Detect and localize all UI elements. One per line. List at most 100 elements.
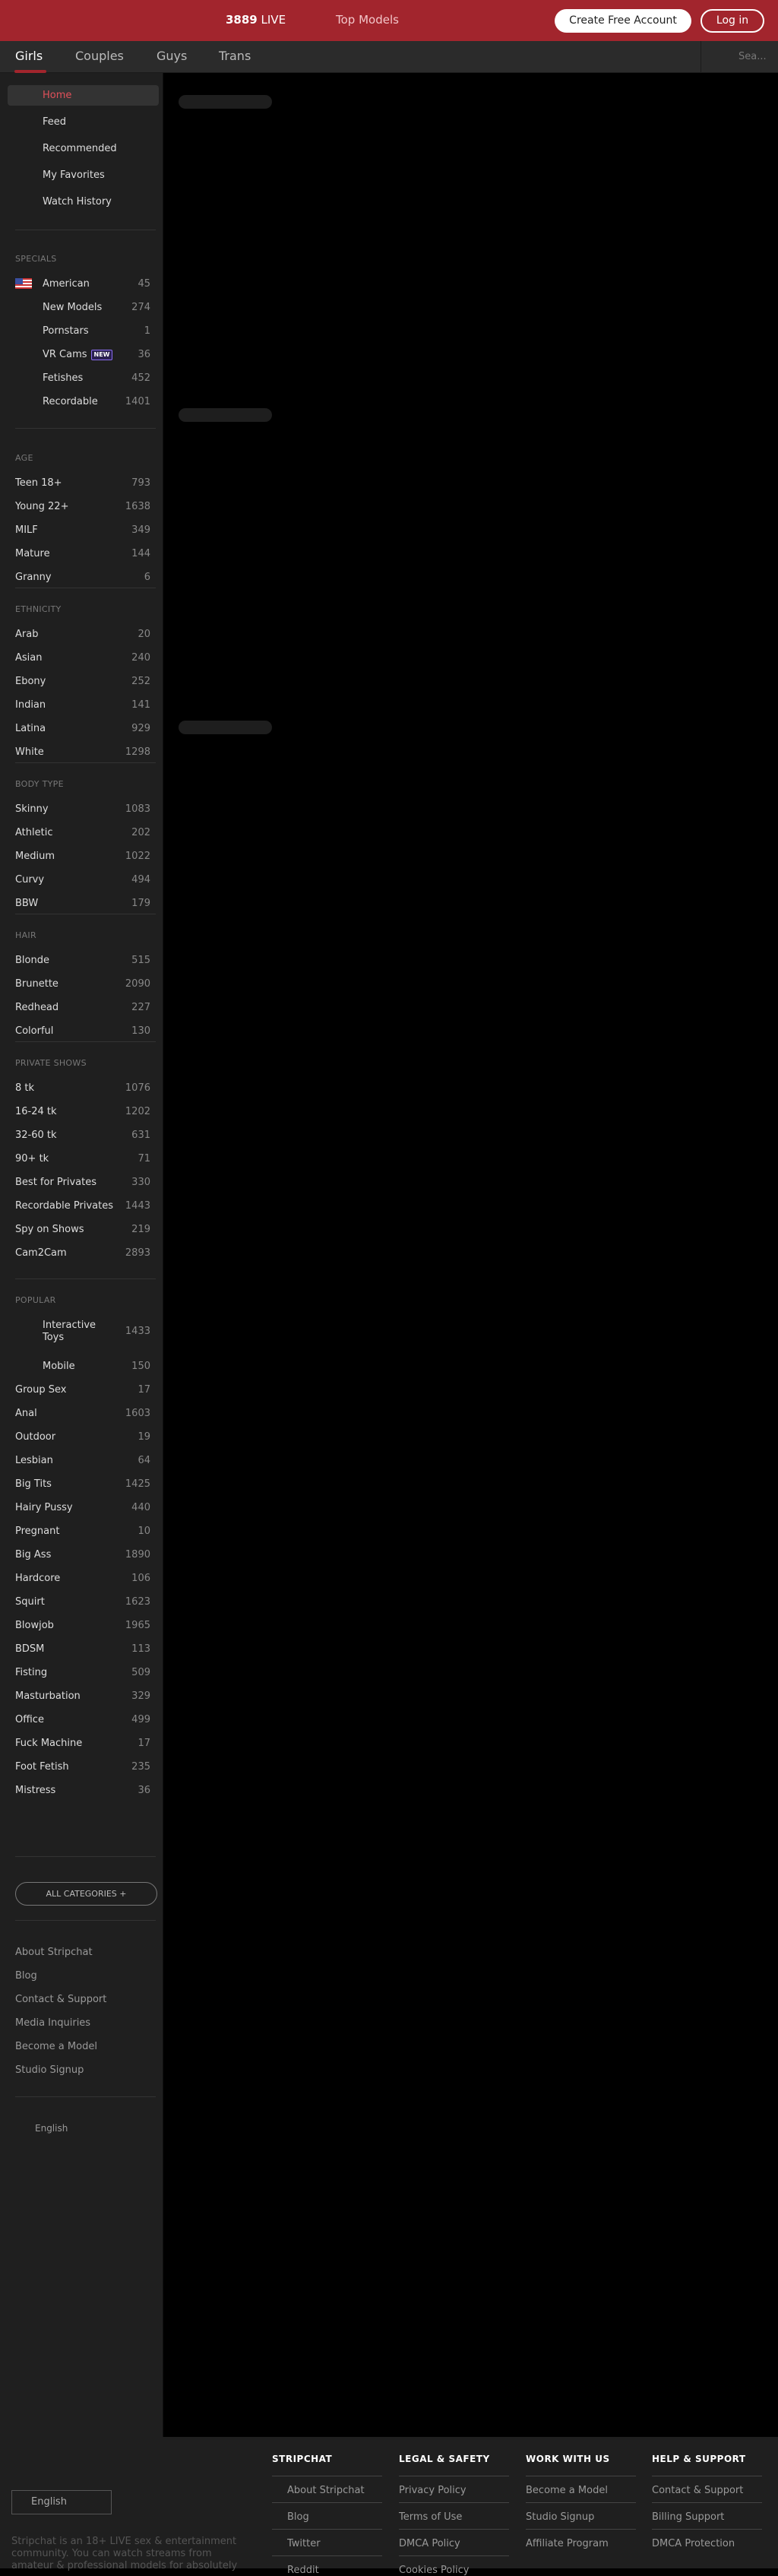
- sidebar-item[interactable]: Curvy: [15, 874, 44, 886]
- sidebar-item[interactable]: 8 tk: [15, 1082, 34, 1094]
- footer-link[interactable]: About Stripchat: [287, 2485, 365, 2496]
- sidebar-item[interactable]: Ebony: [15, 676, 46, 687]
- sidebar-item[interactable]: Anal: [15, 1408, 37, 1419]
- sidebar-item-fetishes[interactable]: Fetishes: [43, 372, 83, 384]
- sidebar-item[interactable]: Cam2Cam: [15, 1247, 67, 1259]
- sidebar-item-favorites[interactable]: My Favorites: [43, 170, 105, 181]
- sidebar-item[interactable]: Blowjob: [15, 1620, 54, 1631]
- divider: [15, 1278, 156, 1279]
- sidebar-item[interactable]: 32-60 tk: [15, 1130, 57, 1141]
- footer-link[interactable]: Privacy Policy: [399, 2485, 466, 2496]
- sidebar-item[interactable]: Mistress: [15, 1785, 55, 1796]
- sidebar-item[interactable]: Mature: [15, 548, 50, 559]
- sidebar-item[interactable]: Foot Fetish: [15, 1761, 69, 1773]
- sidebar-item[interactable]: Latina: [15, 723, 46, 734]
- sidebar-item[interactable]: Big Ass: [15, 1549, 51, 1560]
- footer-link[interactable]: Affiliate Program: [526, 2538, 609, 2549]
- sidebar-item[interactable]: Group Sex: [15, 1384, 66, 1396]
- sidebar-item[interactable]: Indian: [15, 699, 46, 711]
- sidebar-link-studio[interactable]: Studio Signup: [15, 2064, 84, 2076]
- footer-column-heading: WORK WITH US: [526, 2454, 610, 2464]
- sidebar-item[interactable]: Best for Privates: [15, 1177, 96, 1188]
- sidebar-item[interactable]: Pregnant: [15, 1526, 59, 1537]
- sidebar-item[interactable]: Arab: [15, 629, 38, 640]
- sidebar-item[interactable]: BDSM: [15, 1643, 44, 1655]
- sidebar-item[interactable]: Brunette: [15, 978, 59, 990]
- sidebar-item[interactable]: Fuck Machine: [15, 1738, 82, 1749]
- sidebar-item[interactable]: Young 22+: [15, 501, 68, 512]
- live-counter[interactable]: 3889 LIVE: [226, 13, 286, 27]
- footer-link[interactable]: Contact & Support: [652, 2485, 743, 2496]
- top-models-link[interactable]: Top Models: [336, 13, 399, 27]
- sidebar-link-support[interactable]: Contact & Support: [15, 1994, 106, 2005]
- footer-link[interactable]: Studio Signup: [526, 2511, 594, 2523]
- sidebar-item[interactable]: BBW: [15, 898, 38, 909]
- footer-link[interactable]: Blog: [287, 2511, 309, 2523]
- sidebar-item-home[interactable]: Home: [43, 90, 71, 101]
- sidebar-item-interactive-label1[interactable]: Interactive: [43, 1320, 96, 1331]
- sidebar-item[interactable]: Outdoor: [15, 1431, 55, 1443]
- count: 150: [131, 1361, 150, 1372]
- sidebar-item[interactable]: Granny: [15, 572, 52, 583]
- sidebar-item[interactable]: Skinny: [15, 803, 49, 815]
- footer-link[interactable]: DMCA Policy: [399, 2538, 460, 2549]
- sidebar-item[interactable]: Masturbation: [15, 1690, 81, 1702]
- footer-separator: [526, 2502, 636, 2503]
- sidebar-item[interactable]: Athletic: [15, 827, 52, 838]
- tab-girls[interactable]: Girls: [15, 49, 43, 63]
- sidebar-item[interactable]: Big Tits: [15, 1478, 52, 1490]
- sidebar-item[interactable]: Fisting: [15, 1667, 47, 1678]
- footer-link[interactable]: Terms of Use: [399, 2511, 462, 2523]
- sidebar-item[interactable]: White: [15, 746, 44, 758]
- sidebar-language-select[interactable]: English: [35, 2123, 68, 2134]
- login-button[interactable]: Log in: [701, 9, 764, 33]
- search-input[interactable]: Sea...: [738, 51, 767, 62]
- tab-guys[interactable]: Guys: [157, 49, 187, 63]
- sidebar-item[interactable]: Squirt: [15, 1596, 45, 1608]
- sidebar-item[interactable]: Redhead: [15, 1002, 59, 1013]
- sidebar-item[interactable]: Asian: [15, 652, 42, 664]
- footer-link[interactable]: Twitter: [287, 2538, 321, 2549]
- footer-link[interactable]: Cookies Policy: [399, 2565, 469, 2576]
- footer-link[interactable]: Reddit: [287, 2565, 319, 2576]
- tab-couples[interactable]: Couples: [75, 49, 124, 63]
- sidebar-item-vr-cams[interactable]: VR Cams: [43, 349, 87, 360]
- sidebar-link-about[interactable]: About Stripchat: [15, 1947, 93, 1958]
- sidebar-item[interactable]: Recordable Privates: [15, 1200, 113, 1212]
- sidebar-item[interactable]: Blonde: [15, 955, 49, 966]
- sidebar-item[interactable]: Hardcore: [15, 1573, 60, 1584]
- divider: [15, 1041, 156, 1042]
- sidebar-item-new-models[interactable]: New Models: [43, 302, 102, 313]
- sidebar-link-blog[interactable]: Blog: [15, 1970, 37, 1982]
- all-categories-button[interactable]: ALL CATEGORIES +: [15, 1882, 157, 1906]
- sidebar-item[interactable]: Medium: [15, 851, 55, 862]
- sidebar-item-interactive-label2[interactable]: Toys: [43, 1332, 64, 1343]
- sidebar-item[interactable]: Colorful: [15, 1025, 53, 1037]
- sidebar-item[interactable]: Teen 18+: [15, 477, 62, 489]
- sidebar-item-pornstars[interactable]: Pornstars: [43, 325, 89, 337]
- sidebar-item[interactable]: Spy on Shows: [15, 1224, 84, 1235]
- sidebar-item-feed[interactable]: Feed: [43, 116, 66, 128]
- sidebar-item-recommended[interactable]: Recommended: [43, 143, 117, 154]
- sidebar-item[interactable]: Lesbian: [15, 1455, 53, 1466]
- footer-link[interactable]: Become a Model: [526, 2485, 608, 2496]
- sidebar-item-american[interactable]: American: [43, 278, 90, 290]
- sidebar-item[interactable]: Hairy Pussy: [15, 1502, 73, 1513]
- hair-heading: HAIR: [15, 930, 36, 940]
- footer-link[interactable]: Billing Support: [652, 2511, 724, 2523]
- sidebar-item-watch-history[interactable]: Watch History: [43, 196, 112, 208]
- sidebar-link-become-model[interactable]: Become a Model: [15, 2041, 97, 2052]
- live-label: LIVE: [261, 13, 286, 27]
- sidebar-item[interactable]: Office: [15, 1714, 44, 1725]
- tab-trans[interactable]: Trans: [219, 49, 251, 63]
- footer-link[interactable]: DMCA Protection: [652, 2538, 735, 2549]
- sidebar-link-media[interactable]: Media Inquiries: [15, 2017, 90, 2029]
- sidebar-item[interactable]: Mobile: [43, 1361, 75, 1372]
- sidebar-item-recordable[interactable]: Recordable: [43, 396, 98, 407]
- create-account-button[interactable]: Create Free Account: [555, 9, 691, 33]
- sidebar-item[interactable]: 16-24 tk: [15, 1106, 57, 1117]
- count: 2090: [125, 978, 150, 990]
- sidebar-item[interactable]: 90+ tk: [15, 1153, 49, 1164]
- sidebar-item[interactable]: MILF: [15, 524, 38, 536]
- footer-language-select[interactable]: English: [11, 2490, 112, 2514]
